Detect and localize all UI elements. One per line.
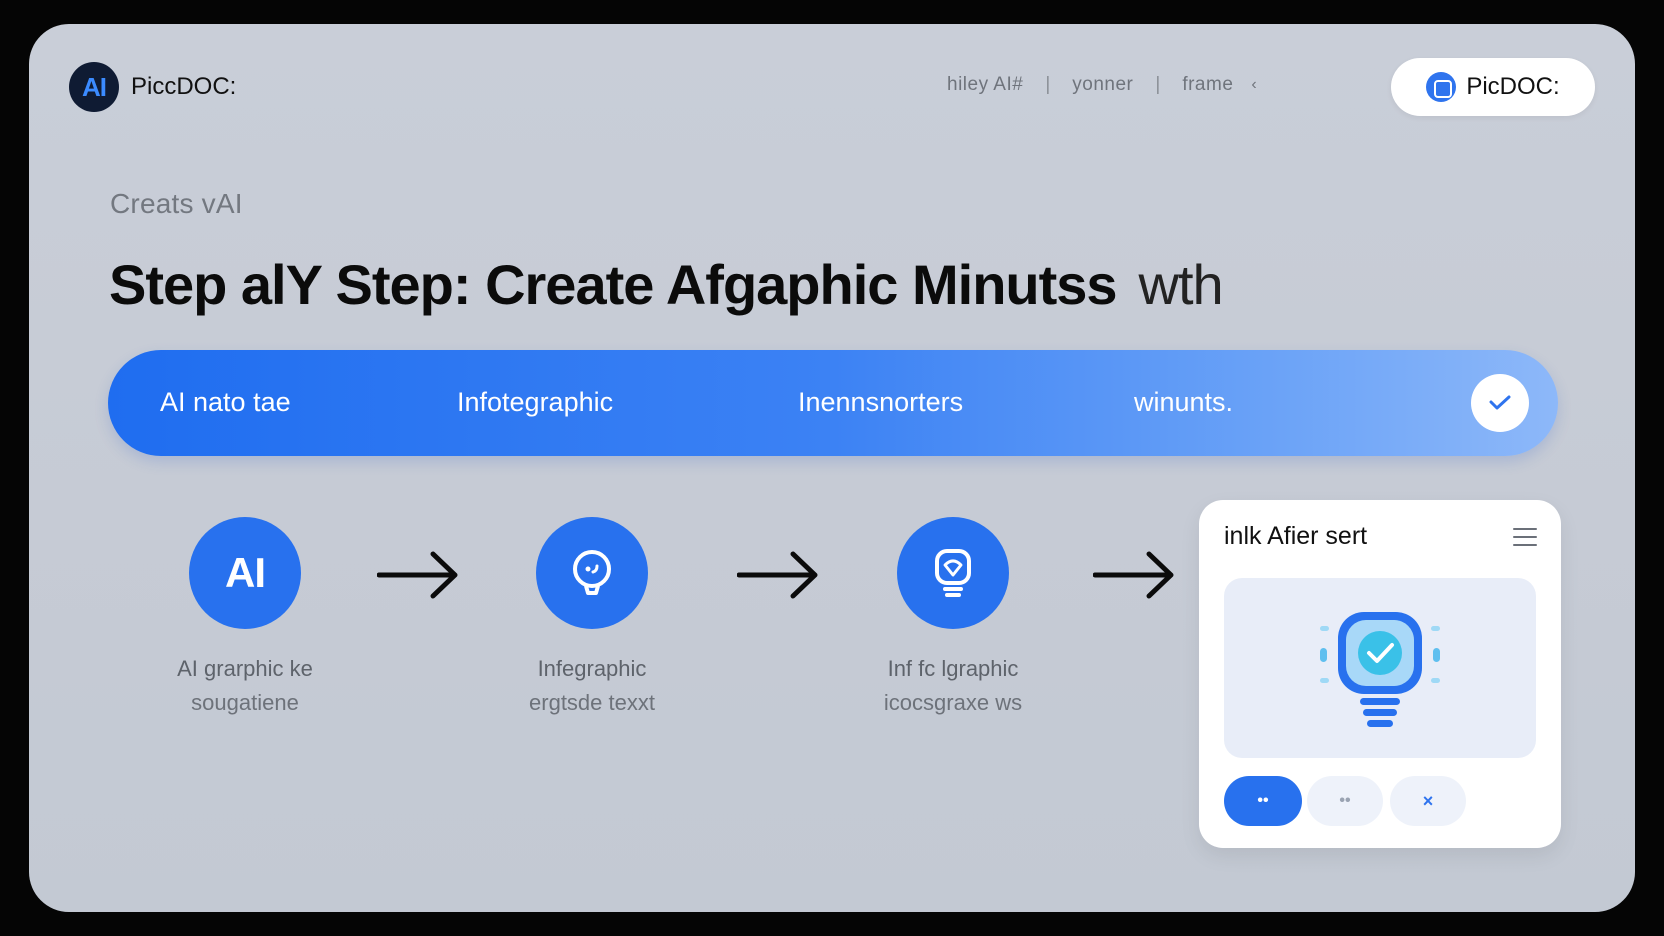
- headline-suffix: wth: [1138, 253, 1224, 316]
- nav-divider: |: [1045, 74, 1051, 95]
- cta-label: PicDOC:: [1466, 73, 1560, 100]
- arrow-right-icon: [737, 551, 818, 599]
- lightbulb-check-icon: [1320, 612, 1440, 727]
- bar-item-1[interactable]: AI nato tae: [160, 387, 291, 418]
- step-2-chat-icon[interactable]: [536, 517, 648, 629]
- nav-divider: |: [1155, 74, 1161, 95]
- card-preview: [1224, 578, 1536, 758]
- bar-item-4[interactable]: winunts.: [1134, 387, 1233, 418]
- nav-item-2[interactable]: yonner: [1072, 74, 1133, 96]
- step-2-line-1: Infegraphic: [537, 656, 647, 681]
- nav-item-1[interactable]: hiley AI#: [947, 74, 1023, 96]
- chat-bubble-icon: [573, 550, 611, 595]
- step-2-label: Infegraphic ergtsde texxt: [472, 652, 712, 720]
- eyebrow-text: Creats vAI: [110, 188, 243, 219]
- close-button[interactable]: ×: [1390, 776, 1466, 826]
- shield-lightbulb-icon: [935, 549, 971, 597]
- step-1-ai-icon[interactable]: AI: [189, 517, 301, 629]
- confirm-button[interactable]: ••: [1224, 776, 1302, 826]
- hamburger-menu-icon[interactable]: [1513, 528, 1537, 546]
- app-square-icon: [1426, 72, 1457, 102]
- result-card: inlk Afier sert •• •• ×: [1199, 500, 1561, 848]
- nav-item-3[interactable]: frame: [1182, 74, 1233, 96]
- step-2-line-2: ergtsde texxt: [529, 690, 655, 715]
- arrow-right-icon: [377, 551, 458, 599]
- step-3-bulb-icon[interactable]: [897, 517, 1009, 629]
- card-title: inlk Afier sert: [1224, 522, 1368, 550]
- step-1-line-1: AI grarphic ke: [177, 656, 313, 681]
- step-3-line-2: icocsgraxe ws: [883, 690, 1023, 715]
- page-title: Step alY Step: Create Afgaphic Minutss wt…: [109, 252, 1224, 317]
- logo-text: PiccDOC:: [131, 73, 237, 100]
- bar-item-2[interactable]: Infotegraphic: [457, 387, 613, 418]
- brand-logo[interactable]: AI PiccDOC:: [69, 62, 236, 112]
- app-frame: AI PiccDOC: hiley AI# | yonner | frame ‹…: [29, 24, 1635, 912]
- check-icon[interactable]: [1471, 374, 1529, 432]
- step-1-line-2: sougatiene: [191, 690, 299, 715]
- bar-item-3[interactable]: Inennsnorters: [798, 387, 963, 418]
- step-3-label: Inf fc lgraphic icocsgraxe ws: [833, 652, 1073, 720]
- ai-text-icon: AI: [225, 549, 266, 596]
- step-1-label: AI grarphic ke sougatiene: [125, 652, 365, 720]
- top-nav: hiley AI# | yonner | frame ‹: [947, 74, 1257, 96]
- picdoc-cta-button[interactable]: PicDOC:: [1391, 58, 1595, 116]
- steps-bar: AI nato tae Infotegraphic Inennsnorters …: [108, 350, 1558, 456]
- logo-badge-icon: AI: [69, 62, 119, 112]
- more-button[interactable]: ••: [1307, 776, 1383, 826]
- arrow-right-icon: [1093, 551, 1174, 599]
- headline-main: Step alY Step: Create Afgaphic Minutss: [109, 253, 1118, 316]
- step-3-line-1: Inf fc lgraphic: [887, 656, 1019, 681]
- chevron-left-icon[interactable]: ‹: [1251, 76, 1256, 94]
